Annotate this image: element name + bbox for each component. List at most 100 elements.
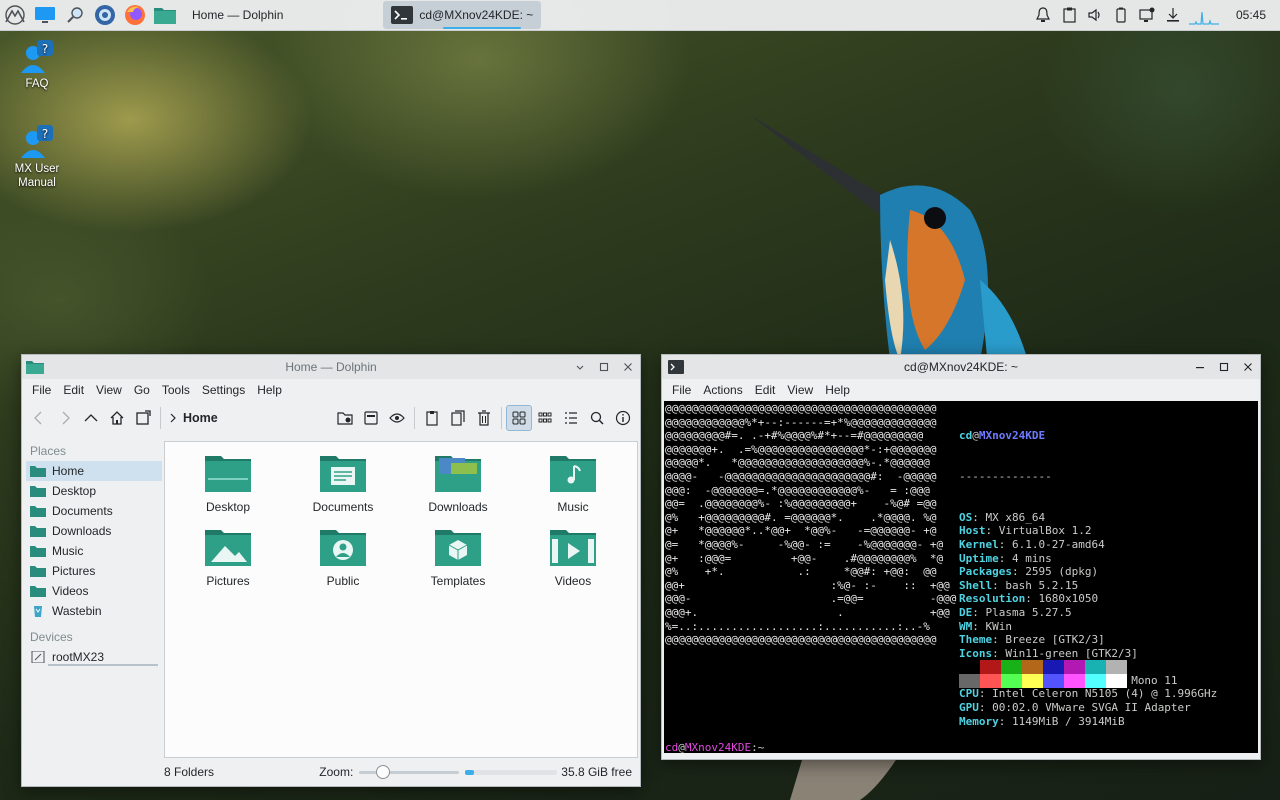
- menu-settings[interactable]: Settings: [196, 379, 251, 401]
- place-documents[interactable]: Documents: [26, 501, 162, 521]
- zoom-slider[interactable]: [359, 764, 460, 780]
- terminal-panel-button[interactable]: [358, 405, 384, 431]
- search-icon: [67, 7, 83, 23]
- folder-pictures[interactable]: Pictures: [173, 528, 283, 588]
- folder-documents[interactable]: Documents: [288, 454, 398, 514]
- paste-button[interactable]: [445, 405, 471, 431]
- menu-help[interactable]: Help: [251, 379, 288, 401]
- home-button[interactable]: [104, 405, 130, 431]
- breadcrumb[interactable]: Home: [169, 411, 218, 425]
- clipboard-icon[interactable]: [1057, 3, 1081, 27]
- folder-public[interactable]: Public: [288, 528, 398, 588]
- maximize-button[interactable]: [1212, 355, 1236, 379]
- close-button[interactable]: [616, 355, 640, 379]
- menu-go[interactable]: Go: [128, 379, 156, 401]
- copy-button[interactable]: [419, 405, 445, 431]
- place-label: Home: [52, 464, 85, 478]
- dolphin-window: Home — Dolphin File Edit View Go Tools S…: [21, 354, 641, 787]
- dolphin-launcher[interactable]: [150, 0, 180, 30]
- menu-tools[interactable]: Tools: [156, 379, 196, 401]
- documents-folder-icon: [320, 456, 366, 492]
- folder-templates[interactable]: Templates: [403, 528, 513, 588]
- dolphin-menubar: File Edit View Go Tools Settings Help: [22, 379, 640, 401]
- folder-label: Desktop: [205, 500, 251, 514]
- split-view-button[interactable]: [130, 405, 156, 431]
- minimize-button[interactable]: [1188, 355, 1212, 379]
- terminal-titlebar[interactable]: cd@MXnov24KDE: ~: [662, 355, 1260, 379]
- info-value: Win11-green [GTK2/3]: [1005, 646, 1138, 660]
- place-desktop[interactable]: Desktop: [26, 481, 162, 501]
- system-monitor-graph-icon[interactable]: [1187, 3, 1221, 27]
- preview-button[interactable]: [384, 405, 410, 431]
- folder-music[interactable]: Music: [518, 454, 628, 514]
- icons-view-button[interactable]: [506, 405, 532, 431]
- compact-grid-icon: [538, 412, 552, 423]
- place-videos[interactable]: Videos: [26, 581, 162, 601]
- place-home[interactable]: Home: [26, 461, 162, 481]
- details-view-button[interactable]: [558, 405, 584, 431]
- menu-file[interactable]: File: [666, 379, 697, 401]
- back-button[interactable]: [26, 405, 52, 431]
- svg-text:?: ?: [42, 127, 48, 141]
- menu-help[interactable]: Help: [819, 379, 856, 401]
- desktop-icon-faq[interactable]: ? FAQ: [5, 39, 69, 91]
- compact-view-button[interactable]: [532, 405, 558, 431]
- free-space: 35.8 GiB free: [561, 765, 632, 779]
- palette-dark-row: [959, 660, 1127, 674]
- menu-edit[interactable]: Edit: [57, 379, 90, 401]
- menu-file[interactable]: File: [26, 379, 57, 401]
- updater-icon[interactable]: [1161, 3, 1185, 27]
- battery-icon[interactable]: [1109, 3, 1133, 27]
- terminal-output[interactable]: @@@@@@@@@@@@@@@@@@@@@@@@@@@@@@@@@@@@@@@@…: [664, 401, 1258, 753]
- close-button[interactable]: [1236, 355, 1260, 379]
- search-button[interactable]: [584, 405, 610, 431]
- minimize-icon: [576, 365, 584, 370]
- device-rootmx23[interactable]: rootMX23: [26, 647, 162, 667]
- folder-label: Documents: [312, 500, 374, 514]
- task-terminal[interactable]: cd@MXnov24KDE: ~: [383, 1, 542, 29]
- forward-button[interactable]: [52, 405, 78, 431]
- digital-clock[interactable]: 05:45: [1222, 8, 1280, 22]
- ascii-line: @@@: -@@@@@@@=.*@@@@@@@@@@@@%- = :@@@: [665, 483, 930, 497]
- show-desktop-button[interactable]: [30, 0, 60, 30]
- menu-edit[interactable]: Edit: [749, 379, 782, 401]
- minimize-button[interactable]: [568, 355, 592, 379]
- menu-view[interactable]: View: [90, 379, 128, 401]
- zoom-slider-handle[interactable]: [376, 765, 391, 779]
- breadcrumb-home[interactable]: Home: [183, 411, 218, 425]
- shell-prompt[interactable]: cd@MXnov24KDE:~ $: [665, 714, 764, 753]
- network-icon[interactable]: [1135, 3, 1159, 27]
- place-pictures[interactable]: Pictures: [26, 561, 162, 581]
- information-button[interactable]: [610, 405, 636, 431]
- new-folder-button[interactable]: [332, 405, 358, 431]
- folder-videos[interactable]: Videos: [518, 528, 628, 588]
- menu-actions[interactable]: Actions: [697, 379, 748, 401]
- palette-swatch: [1085, 660, 1106, 674]
- folder-desktop[interactable]: Desktop: [173, 454, 283, 514]
- file-view[interactable]: Desktop Documents Downloads Music Pictur…: [164, 441, 638, 758]
- volume-icon[interactable]: [1083, 3, 1107, 27]
- desktop-icon-mx-user-manual[interactable]: ? MX User Manual: [5, 124, 69, 190]
- place-wastebin[interactable]: Wastebin: [26, 601, 162, 621]
- application-launcher[interactable]: [0, 0, 30, 30]
- toolbar-separator: [160, 407, 161, 429]
- palette-swatch: [1022, 674, 1043, 688]
- up-button[interactable]: [78, 405, 104, 431]
- notifications-icon[interactable]: [1031, 3, 1055, 27]
- place-downloads[interactable]: Downloads: [26, 521, 162, 541]
- toolbar-separator: [414, 407, 415, 429]
- task-dolphin[interactable]: Home — Dolphin: [184, 1, 291, 29]
- taskbar: Home — Dolphin cd@MXnov24KDE: ~ 05:45: [0, 0, 1280, 31]
- folder-downloads[interactable]: Downloads: [403, 454, 513, 514]
- dolphin-titlebar[interactable]: Home — Dolphin: [22, 355, 640, 379]
- system-settings-launcher[interactable]: [90, 0, 120, 30]
- firefox-launcher[interactable]: [120, 0, 150, 30]
- search-launcher[interactable]: [60, 0, 90, 30]
- maximize-button[interactable]: [592, 355, 616, 379]
- info-value: Plasma 5.27.5: [985, 605, 1072, 619]
- menu-view[interactable]: View: [781, 379, 819, 401]
- delete-button[interactable]: [471, 405, 497, 431]
- place-music[interactable]: Music: [26, 541, 162, 561]
- gear-icon: [95, 5, 115, 25]
- info-host: MXnov24KDE: [978, 429, 1046, 443]
